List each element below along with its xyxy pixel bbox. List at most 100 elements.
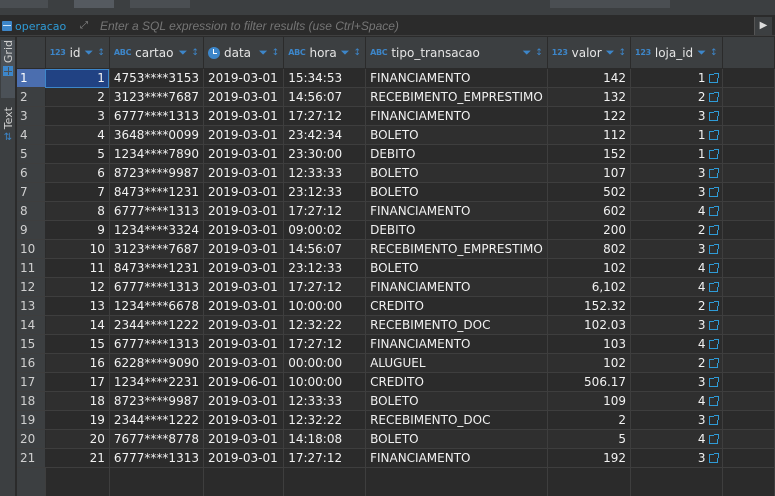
cell-data[interactable]: 2019-03-01	[203, 353, 285, 373]
open-reference-icon[interactable]	[708, 282, 719, 292]
cell-id[interactable]: 21	[45, 448, 110, 468]
cell-tipo-transacao[interactable]: FINANCIAMENTO	[365, 201, 548, 221]
table-row[interactable]: 2 2 3123****7687 2019-03-01 14:56:07 RECEBIME…	[17, 87, 775, 107]
table-row[interactable]: 21 21 6777****1313 2019-03-01 17:27:12 FINANC…	[17, 448, 775, 468]
cell-tipo-transacao[interactable]: BOLETO	[365, 182, 548, 202]
cell-valor[interactable]: 109	[547, 391, 632, 411]
cell-cartao[interactable]: 8723****9987	[109, 163, 204, 183]
row-number[interactable]: 17	[17, 372, 46, 392]
open-reference-icon[interactable]	[708, 149, 719, 159]
cell-hora[interactable]: 14:18:08	[283, 429, 367, 449]
cell-loja-id[interactable]: 4	[630, 258, 723, 278]
row-number[interactable]: 7	[17, 182, 46, 202]
cell-hora[interactable]: 15:34:53	[283, 68, 367, 88]
table-row[interactable]: 14 14 2344****1222 2019-03-01 12:32:22 RECEBI…	[17, 315, 775, 335]
cell-id[interactable]: 18	[45, 391, 110, 411]
cell-loja-id[interactable]: 3	[630, 182, 723, 202]
cell-valor[interactable]: 802	[547, 239, 632, 259]
cell-id[interactable]: 12	[45, 277, 110, 297]
filter-icon[interactable]: ⏷	[179, 46, 188, 60]
row-number[interactable]: 19	[17, 410, 46, 430]
row-number[interactable]: 8	[17, 201, 46, 221]
tab-stub[interactable]	[130, 0, 190, 8]
cell-loja-id[interactable]: 3	[630, 163, 723, 183]
row-number[interactable]: 20	[17, 429, 46, 449]
cell-loja-id[interactable]: 1	[630, 144, 723, 164]
cell-cartao[interactable]: 6777****1313	[109, 277, 204, 297]
cell-valor[interactable]: 152.32	[547, 296, 632, 316]
open-reference-icon[interactable]	[708, 377, 719, 387]
cell-id[interactable]: 13	[45, 296, 110, 316]
filter-expression-input[interactable]	[98, 17, 748, 35]
cell-id[interactable]: 8	[45, 201, 110, 221]
cell-hora[interactable]: 23:12:33	[283, 258, 367, 278]
cell-tipo-transacao[interactable]: RECEBIMENTO_DOC	[365, 315, 548, 335]
filter-icon[interactable]: ⏷	[259, 46, 268, 60]
cell-id[interactable]: 6	[45, 163, 110, 183]
table-row[interactable]: 1 1 4753****3153 2019-03-01 15:34:53 FINANCIA…	[17, 68, 775, 88]
open-reference-icon[interactable]	[708, 434, 719, 444]
cell-valor[interactable]: 102.03	[547, 315, 632, 335]
cell-hora[interactable]: 14:56:07	[283, 87, 367, 107]
cell-valor[interactable]: 112	[547, 125, 632, 145]
cell-loja-id[interactable]: 4	[630, 277, 723, 297]
row-number[interactable]: 21	[17, 448, 46, 468]
cell-hora[interactable]: 17:27:12	[283, 201, 367, 221]
sort-icon[interactable]: ↕	[619, 48, 627, 57]
cell-data[interactable]: 2019-03-01	[203, 201, 285, 221]
cell-tipo-transacao[interactable]: FINANCIAMENTO	[365, 448, 548, 468]
cell-data[interactable]: 2019-03-01	[203, 258, 285, 278]
cell-tipo-transacao[interactable]: BOLETO	[365, 391, 548, 411]
cell-cartao[interactable]: 6228****9090	[109, 353, 204, 373]
cell-valor[interactable]: 132	[547, 87, 632, 107]
cell-tipo-transacao[interactable]: BOLETO	[365, 258, 548, 278]
cell-tipo-transacao[interactable]: FINANCIAMENTO	[365, 68, 548, 88]
filter-icon[interactable]: ⏷	[522, 46, 531, 60]
cell-tipo-transacao[interactable]: BOLETO	[365, 125, 548, 145]
cell-valor[interactable]: 502	[547, 182, 632, 202]
table-row[interactable]: 12 12 6777****1313 2019-03-01 17:27:12 FINANC…	[17, 277, 775, 297]
cell-cartao[interactable]: 6777****1313	[109, 106, 204, 126]
apply-filter-button[interactable]: ▶	[754, 17, 772, 35]
cell-hora[interactable]: 14:56:07	[283, 239, 367, 259]
cell-valor[interactable]: 103	[547, 334, 632, 354]
cell-loja-id[interactable]: 3	[630, 410, 723, 430]
cell-cartao[interactable]: 2344****1222	[109, 410, 204, 430]
table-row[interactable]: 10 10 3123****7687 2019-03-01 14:56:07 RECEBI…	[17, 239, 775, 259]
cell-cartao[interactable]: 1234****2231	[109, 372, 204, 392]
cell-loja-id[interactable]: 3	[630, 372, 723, 392]
cell-loja-id[interactable]: 3	[630, 239, 723, 259]
row-number[interactable]: 13	[17, 296, 46, 316]
filter-icon[interactable]: ⏷	[341, 46, 350, 60]
row-number[interactable]: 4	[17, 125, 46, 145]
cell-cartao[interactable]: 8473****1231	[109, 182, 204, 202]
cell-valor[interactable]: 122	[547, 106, 632, 126]
table-row[interactable]: 6 6 8723****9987 2019-03-01 12:33:33 BOLETO 10…	[17, 163, 775, 183]
open-reference-icon[interactable]	[708, 73, 719, 83]
cell-tipo-transacao[interactable]: RECEBIMENTO_DOC	[365, 410, 548, 430]
table-row[interactable]: 19 19 2344****1222 2019-03-01 12:32:22 RECEBI…	[17, 410, 775, 430]
column-header-tipo-transacao[interactable]: ABC tipo_transacao ⏷ ↕	[365, 37, 548, 69]
table-row[interactable]: 15 15 6777****1313 2019-03-01 17:27:12 FINANC…	[17, 334, 775, 354]
cell-id[interactable]: 16	[45, 353, 110, 373]
cell-tipo-transacao[interactable]: CREDITO	[365, 296, 548, 316]
cell-valor[interactable]: 152	[547, 144, 632, 164]
sort-icon[interactable]: ↕	[710, 48, 718, 57]
filter-icon[interactable]: ⏷	[697, 46, 706, 60]
open-reference-icon[interactable]	[708, 263, 719, 273]
entity-selector[interactable]: operacao	[0, 16, 72, 36]
cell-loja-id[interactable]: 3	[630, 106, 723, 126]
cell-data[interactable]: 2019-03-01	[203, 220, 285, 240]
cell-loja-id[interactable]: 2	[630, 296, 723, 316]
cell-loja-id[interactable]: 1	[630, 125, 723, 145]
row-number[interactable]: 3	[17, 106, 46, 126]
cell-data[interactable]: 2019-03-01	[203, 68, 285, 88]
open-reference-icon[interactable]	[708, 225, 719, 235]
cell-id[interactable]: 15	[45, 334, 110, 354]
tab-stub[interactable]	[0, 0, 48, 8]
cell-hora[interactable]: 23:30:00	[283, 144, 367, 164]
open-reference-icon[interactable]	[708, 301, 719, 311]
table-row[interactable]: 7 7 8473****1231 2019-03-01 23:12:33 BOLETO 50…	[17, 182, 775, 202]
cell-tipo-transacao[interactable]: BOLETO	[365, 429, 548, 449]
sort-icon[interactable]: ↕	[97, 48, 105, 57]
